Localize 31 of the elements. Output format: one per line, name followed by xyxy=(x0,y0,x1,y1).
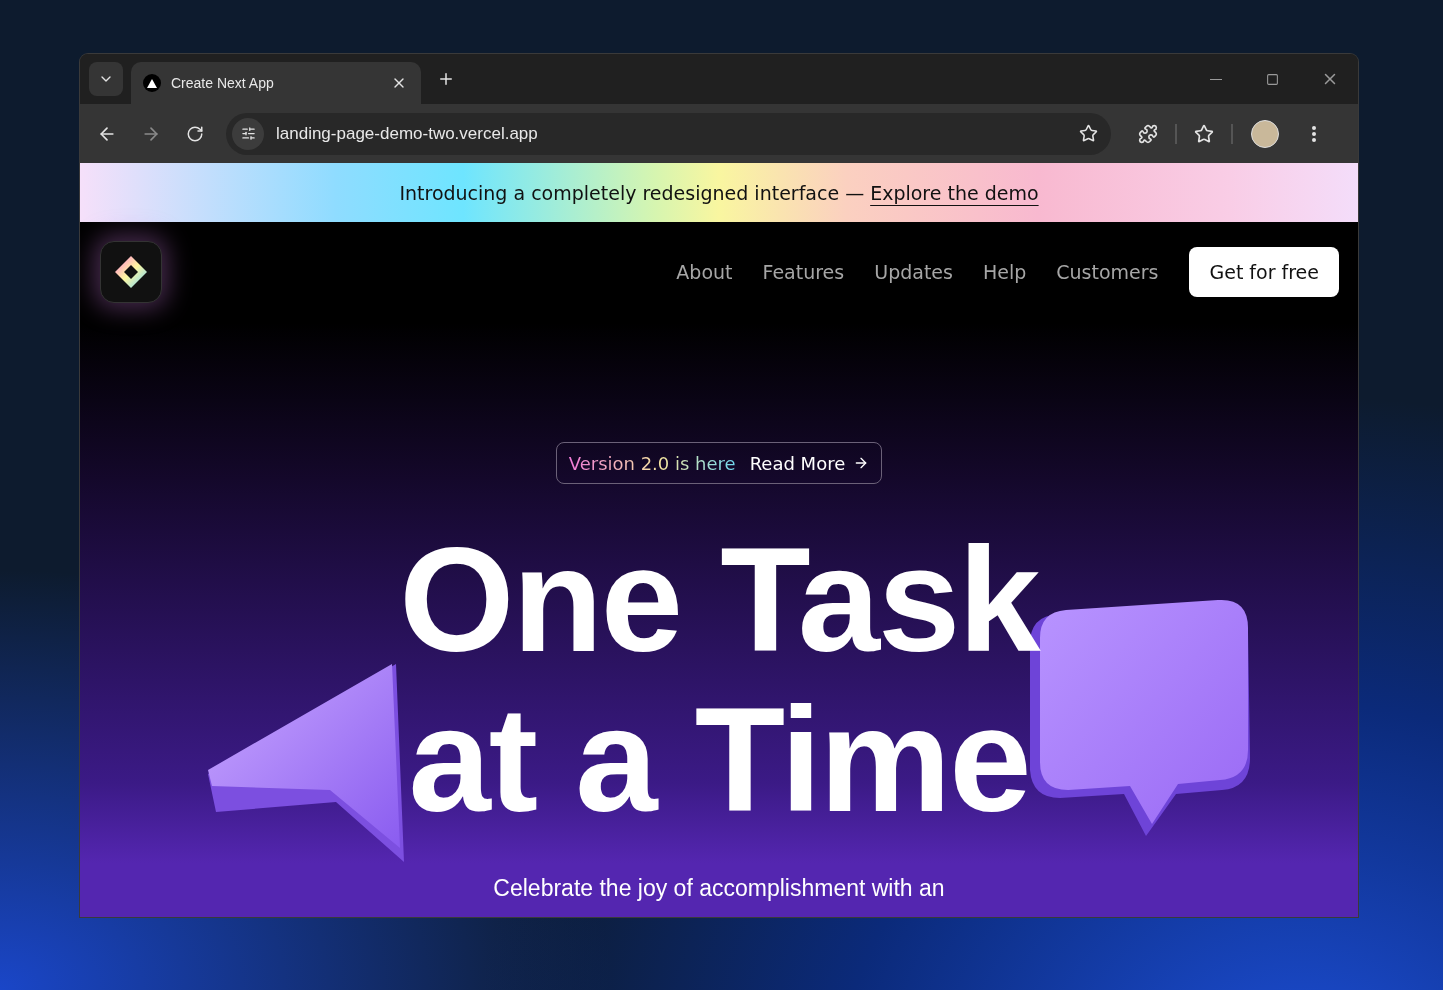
sliders-icon xyxy=(240,126,256,141)
explore-demo-link[interactable]: Explore the demo xyxy=(870,181,1039,204)
nav-link[interactable]: Features xyxy=(762,261,845,283)
reload-icon xyxy=(186,124,204,143)
hero-subtitle: Celebrate the joy of accomplishment with an xyxy=(493,874,945,902)
browser-tab[interactable]: Create Next App xyxy=(131,62,421,104)
app-logo[interactable] xyxy=(100,241,162,303)
minimize-icon xyxy=(1209,78,1222,80)
read-more-link[interactable]: Read More xyxy=(749,452,870,474)
diamond-logo-icon xyxy=(114,255,148,289)
maximize-icon xyxy=(1266,72,1279,86)
tab-title: Create Next App xyxy=(171,75,275,91)
address-bar[interactable]: landing-page-demo-two.vercel.app xyxy=(226,112,1111,155)
version-pill[interactable]: Version 2.0 is here Read More xyxy=(555,442,883,484)
puzzle-icon xyxy=(1138,123,1158,144)
banner-text: Introducing a completely redesigned interface — xyxy=(399,181,865,204)
plus-icon xyxy=(437,70,455,88)
nav-link[interactable]: Updates xyxy=(874,261,953,283)
hero-headline: at a Time xyxy=(407,680,1031,840)
profile-avatar[interactable] xyxy=(1251,119,1279,148)
more-vertical-icon xyxy=(1312,125,1316,142)
nav-link[interactable]: About xyxy=(676,261,733,283)
get-for-free-button[interactable]: Get for free xyxy=(1189,247,1339,297)
nav-link[interactable]: Customers xyxy=(1056,261,1159,283)
url-text: landing-page-demo-two.vercel.app xyxy=(276,123,539,144)
star-icon xyxy=(1194,123,1214,144)
nav-link[interactable]: Help xyxy=(982,261,1027,283)
tab-search-button[interactable] xyxy=(89,62,123,96)
star-icon xyxy=(1078,124,1098,143)
site-info-button[interactable] xyxy=(232,117,264,150)
hero-headline: One Task xyxy=(398,520,1042,680)
